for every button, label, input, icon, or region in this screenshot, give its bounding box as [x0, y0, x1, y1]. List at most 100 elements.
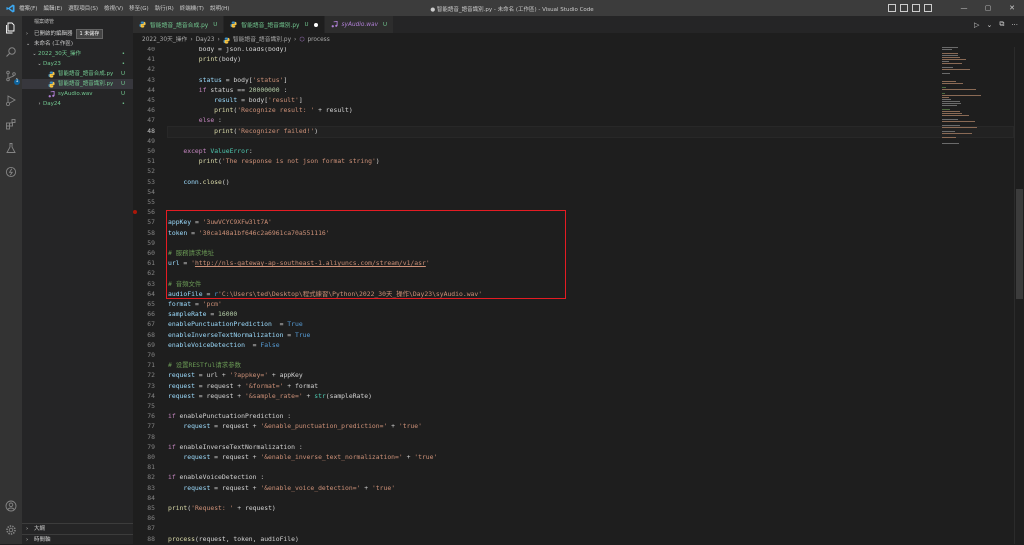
code-line[interactable]: format = 'pcm'	[168, 299, 222, 309]
settings-gear-icon[interactable]	[3, 522, 19, 538]
code-token: enableInverseTextNormalization :	[175, 442, 303, 451]
extensions-icon[interactable]	[3, 116, 19, 132]
run-dropdown-icon[interactable]: ⌄	[986, 21, 992, 29]
line-number: 45	[147, 96, 155, 104]
code-line[interactable]: if status == 20000000 :	[168, 85, 288, 95]
tree-file[interactable]: 智能語音_語音識別.py U	[22, 79, 133, 89]
split-editor-icon[interactable]: ⧉	[999, 20, 1004, 29]
menu-item[interactable]: 編輯(E)	[43, 4, 62, 12]
maximize-button[interactable]: ▢	[976, 0, 1000, 16]
scrollbar-thumb[interactable]	[1016, 189, 1023, 299]
toggle-sidebar-icon[interactable]	[888, 4, 896, 12]
timeline-section[interactable]: › 時間軸	[22, 534, 137, 545]
code-line[interactable]: process(request, token, audioFile)	[168, 534, 299, 544]
editor-tab[interactable]: syAudio.wav U	[324, 16, 395, 33]
code-line[interactable]: url = 'http://nls-gateway-ap-southeast-1…	[168, 258, 430, 268]
menu-item[interactable]: 執行(R)	[155, 4, 174, 12]
tree-folder[interactable]: ⌄ 2022_30天_操作 •	[22, 49, 133, 59]
remote-icon[interactable]	[3, 164, 19, 180]
menu-item[interactable]: 選取項目(S)	[68, 4, 98, 12]
code-line[interactable]: status = body['status']	[168, 75, 288, 85]
tree-file[interactable]: syAudio.wav U	[22, 89, 133, 99]
breadcrumb-item[interactable]: Day23	[196, 33, 215, 47]
code-line[interactable]: request = request + '&enable_inverse_tex…	[168, 452, 437, 462]
account-icon[interactable]	[3, 498, 19, 514]
code-token: url	[168, 259, 180, 268]
tree-folder[interactable]: ⌄ Day23 •	[22, 59, 133, 69]
code-line[interactable]: # 音頻文件	[168, 279, 201, 289]
code-token: if	[168, 442, 176, 451]
line-number: 60	[147, 249, 155, 257]
code-line[interactable]: print('Recognizer failed!')	[168, 126, 318, 136]
toggle-secondary-sidebar-icon[interactable]	[912, 4, 920, 12]
code-line[interactable]: enableInverseTextNormalization = True	[168, 330, 310, 340]
code-line[interactable]: audioFile = r'C:\Users\ted\Desktop\程式練習\…	[168, 289, 482, 299]
code-line[interactable]: if enableVoiceDetection :	[168, 472, 264, 482]
menu-item[interactable]: 檢視(V)	[104, 4, 123, 12]
testing-icon[interactable]	[3, 140, 19, 156]
code-line[interactable]: sampleRate = 16000	[168, 309, 237, 319]
code-token: =	[187, 228, 199, 237]
files-icon[interactable]	[3, 20, 19, 36]
code-line[interactable]: result = body['result']	[168, 95, 303, 105]
search-icon[interactable]	[3, 44, 19, 60]
code-line[interactable]: token = '30ca148a1bf646c2a6961ca70a55111…	[168, 228, 330, 238]
run-python-file-icon[interactable]: ▷	[974, 21, 979, 29]
workspace-section[interactable]: ⌄ 未命名 (工作區)	[22, 39, 133, 49]
code-token: '&enable_inverse_text_normalization='	[260, 453, 403, 461]
close-window-button[interactable]: ✕	[1000, 0, 1024, 16]
editor-tab[interactable]: 智能語音_語音識別.py U	[224, 16, 325, 33]
code-token: request	[183, 453, 211, 461]
code-line[interactable]: conn.close()	[168, 177, 229, 187]
menu-item[interactable]: 檔案(F)	[19, 4, 37, 12]
customize-layout-icon[interactable]	[924, 4, 932, 12]
menu-item[interactable]: 移至(G)	[129, 4, 149, 12]
minimap[interactable]	[942, 47, 1012, 147]
code-line[interactable]: request = request + '&sample_rate=' + st…	[168, 391, 372, 401]
code-line[interactable]: # 设置RESTful请求参数	[168, 360, 241, 370]
unsaved-dot-icon[interactable]	[313, 22, 318, 27]
menu-item[interactable]: 終端機(T)	[180, 4, 204, 12]
open-editors-section[interactable]: › 已開啟的編輯器 1 未儲存	[22, 29, 133, 39]
vertical-scrollbar[interactable]	[1014, 47, 1024, 544]
code-line[interactable]: request = request + '&enable_punctuation…	[168, 421, 422, 431]
code-line[interactable]: print(body)	[168, 54, 241, 64]
code-editor[interactable]: 40 body = json.loads(body) 41 print(body)…	[133, 47, 1024, 544]
open-editors-label: 已開啟的編輯器	[34, 31, 73, 37]
code-line[interactable]: print('Recognize result: ' + result)	[168, 105, 353, 115]
code-line[interactable]: appKey = '3uwVCYC9XFw3lt7A'	[168, 217, 272, 227]
code-line[interactable]: except ValueError:	[168, 146, 252, 156]
code-line[interactable]: request = url + '?appkey=' + appKey	[168, 370, 303, 380]
code-line[interactable]: if enableInverseTextNormalization :	[168, 442, 303, 452]
code-line[interactable]: # 服務請求地址	[168, 248, 214, 258]
code-line[interactable]: enableVoiceDetection = False	[168, 340, 280, 350]
outline-section[interactable]: › 大綱	[22, 523, 137, 534]
minimap-line	[942, 121, 975, 122]
breadcrumb-item[interactable]: 2022_30天_操作	[142, 33, 187, 47]
code-line[interactable]: request = request + '&enable_voice_detec…	[168, 483, 395, 493]
source-control-icon[interactable]: 1	[3, 68, 20, 85]
code-line[interactable]: body = json.loads(body)	[168, 47, 288, 54]
code-line[interactable]: print('The response is not json format s…	[168, 156, 380, 166]
code-line[interactable]: enablePunctuationPrediction = True	[168, 319, 303, 329]
code-line[interactable]: if enablePunctuationPrediction :	[168, 411, 291, 421]
tree-folder[interactable]: › Day24 •	[22, 99, 133, 109]
menu-item[interactable]: 說明(H)	[210, 4, 229, 12]
code-line[interactable]: print('Request: ' + request)	[168, 503, 276, 513]
code-token: conn	[183, 177, 199, 186]
tree-file[interactable]: 智能語音_語音合成.py U	[22, 69, 133, 79]
code-line[interactable]: else :	[168, 115, 222, 125]
more-actions-icon[interactable]: ···	[1011, 21, 1018, 29]
code-line[interactable]: request = request + '&format=' + format	[168, 381, 318, 391]
breadcrumb-item[interactable]: 智能語音_語音識別.py	[233, 33, 291, 47]
code-token: print	[198, 55, 219, 64]
editor-tab[interactable]: 智能語音_語音合成.py U	[133, 16, 225, 33]
run-debug-icon[interactable]	[3, 92, 19, 108]
toggle-panel-icon[interactable]	[900, 4, 908, 12]
breadcrumb-item[interactable]: process	[307, 33, 329, 47]
minimize-button[interactable]: —	[952, 0, 976, 16]
